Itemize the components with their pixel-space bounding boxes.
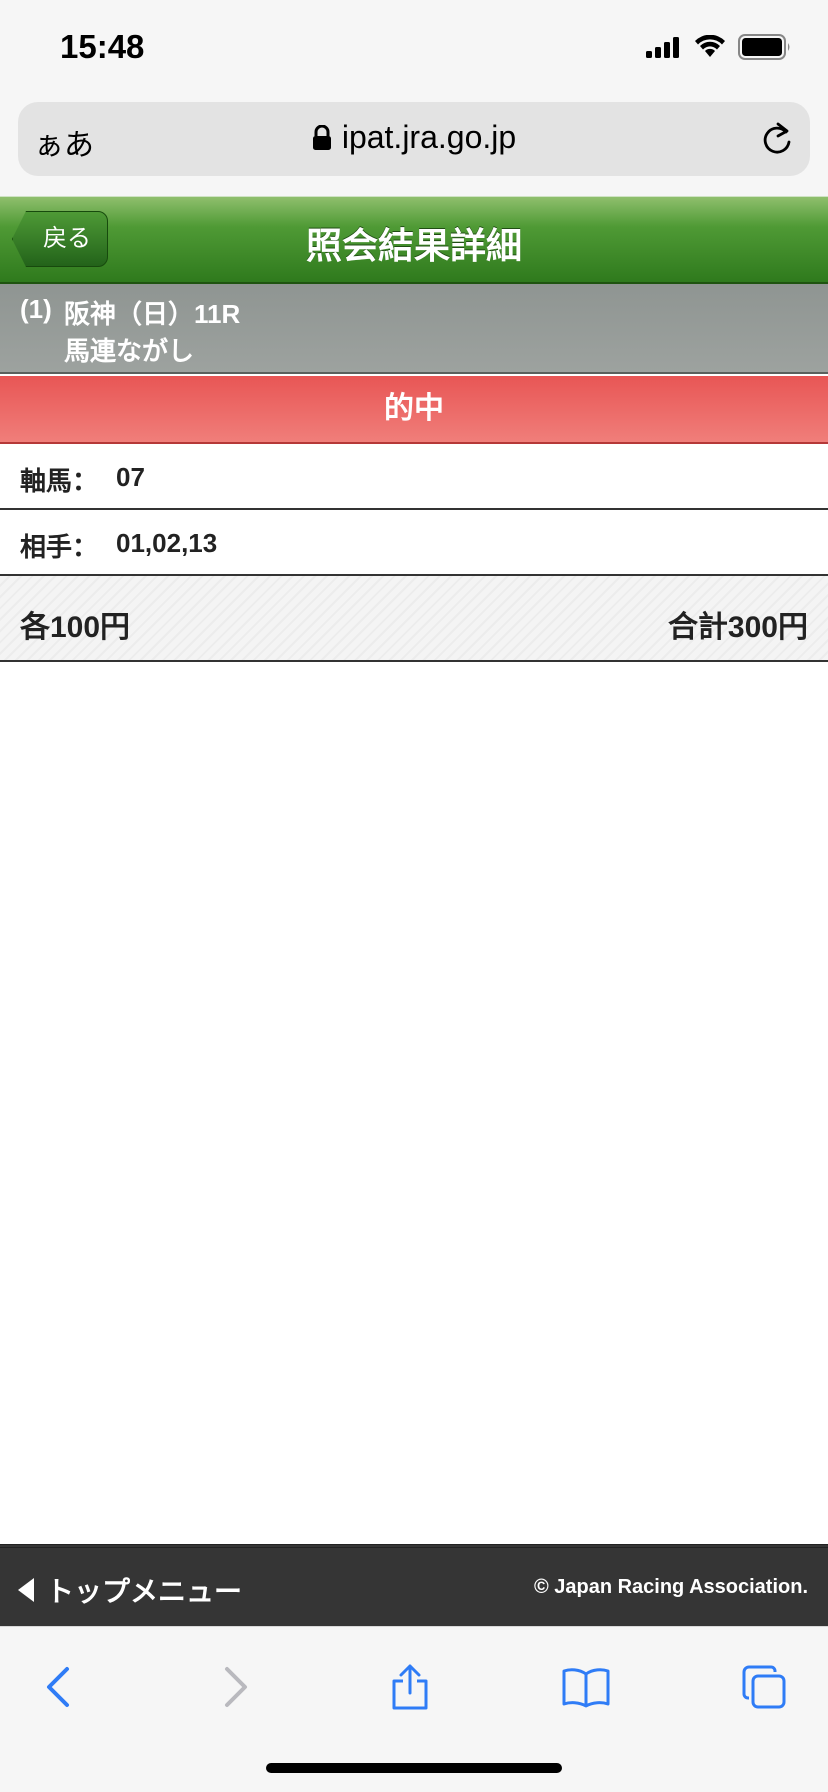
lock-icon <box>312 125 331 150</box>
wifi-icon <box>695 35 725 57</box>
amount-row: 各100円 合計300円 <box>0 576 828 662</box>
url-display[interactable]: ipat.jra.go.jp <box>18 119 810 156</box>
home-indicator <box>266 1763 562 1773</box>
unit-amount: 各100円 <box>20 611 131 644</box>
share-icon <box>392 1664 428 1710</box>
address-bar-area: ぁあ ipat.jra.go.jp <box>0 100 828 196</box>
share-button[interactable] <box>380 1657 440 1717</box>
page-header: 戻る 照会結果詳細 <box>0 196 828 284</box>
signal-icon <box>646 37 679 58</box>
race-number: (1) <box>20 294 52 324</box>
result-status-banner: 的中 <box>0 376 828 444</box>
axis-horse-value: 07 <box>116 462 145 492</box>
status-bar: 15:48 <box>0 0 828 100</box>
page-title: 照会結果詳細 <box>305 225 522 266</box>
back-icon <box>47 1667 69 1707</box>
top-menu-label: トップメニュー <box>46 1576 243 1607</box>
total-amount: 合計300円 <box>667 611 808 644</box>
tabs-button[interactable] <box>734 1657 794 1717</box>
bookmarks-button[interactable] <box>556 1657 616 1717</box>
browser-back-button[interactable] <box>28 1657 88 1717</box>
forward-icon <box>225 1667 247 1707</box>
address-bar[interactable]: ぁあ ipat.jra.go.jp <box>18 102 810 176</box>
copyright: © Japan Racing Association. <box>533 1576 808 1598</box>
page: 15:48 ぁあ ipat.jra.go.jp 戻る 照会結果詳細 (1) 阪神… <box>0 0 828 1792</box>
site-footer: トップメニュー © Japan Racing Association. <box>0 1544 828 1626</box>
partner-horses-value: 01,02,13 <box>116 528 218 558</box>
reload-icon[interactable] <box>760 121 794 157</box>
url-text: ipat.jra.go.jp <box>341 119 517 155</box>
tabs-icon <box>742 1665 786 1709</box>
partner-horses-label: 相手： <box>20 532 99 562</box>
race-venue: 阪神（日）11R <box>64 299 241 329</box>
status-time: 15:48 <box>60 28 145 65</box>
left-triangle-icon <box>18 1578 34 1602</box>
axis-horse-label: 軸馬： <box>20 466 99 496</box>
partner-horses-row: 相手： 01,02,13 <box>0 510 828 576</box>
axis-horse-row: 軸馬： 07 <box>0 444 828 510</box>
bet-type: 馬連ながし <box>64 336 195 366</box>
bookmarks-icon <box>562 1668 610 1708</box>
top-menu-link[interactable]: トップメニュー <box>18 1570 242 1610</box>
status-icons <box>646 34 792 60</box>
browser-forward-button[interactable] <box>206 1657 266 1717</box>
battery-icon <box>738 34 790 60</box>
race-info: (1) 阪神（日）11R 馬連ながし <box>0 284 828 374</box>
